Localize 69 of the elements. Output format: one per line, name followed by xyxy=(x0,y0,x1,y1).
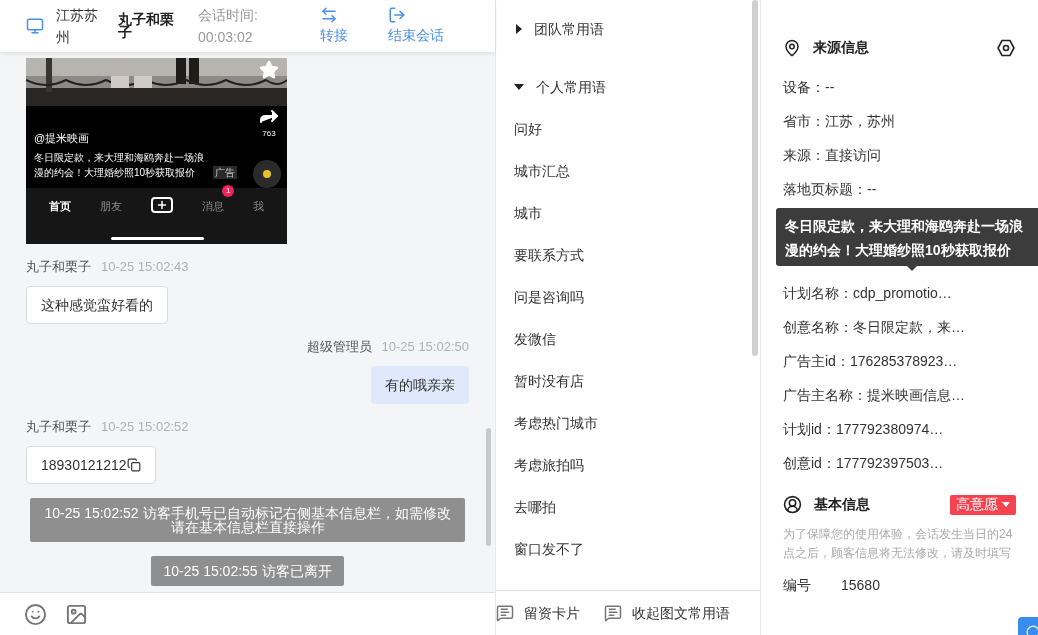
hexagon-settings-icon[interactable] xyxy=(996,37,1016,58)
message-bubble: 这种感觉蛮好看的 xyxy=(26,286,168,324)
user-icon xyxy=(783,495,802,514)
location-pin-icon xyxy=(783,38,801,57)
source-field: 创意名称：冬日限定款，来… xyxy=(783,310,1016,344)
source-field: 设备：-- xyxy=(783,70,1016,104)
account-name: @提米映画 xyxy=(34,131,90,146)
phrase-item[interactable]: 城市 xyxy=(514,202,742,224)
phrase-item[interactable]: 暂时没有店 xyxy=(514,370,742,392)
phrase-item[interactable]: 考虑热门城市 xyxy=(514,412,742,434)
message-time: 10-25 15:02:50 xyxy=(381,338,469,356)
section-title: 基本信息 xyxy=(814,495,870,514)
source-field: 广告主名称：提米映画信息… xyxy=(783,378,1016,412)
message-bubble: 18930121212 xyxy=(26,446,156,484)
app-tab[interactable]: 我 xyxy=(253,200,265,212)
phrase-item[interactable]: 窗口发不了 xyxy=(514,538,742,560)
shared-screenshot[interactable]: @提米映画 冬日限定款，来大理和海鸥奔赴一场浪漫的约会！大理婚纱照10秒获取报价 广告 763 首页 朋友 消息 1 我 xyxy=(26,58,287,244)
footer-action[interactable]: 收起图文常用语 xyxy=(604,602,730,624)
source-field: 计划名称：cdp_promotio… xyxy=(783,276,1016,310)
logout-icon xyxy=(388,6,406,24)
visitor-name: 丸子和栗子 xyxy=(118,13,175,39)
phrase-item[interactable]: 发微信 xyxy=(514,328,742,350)
app-tab[interactable]: 首页 xyxy=(48,200,71,212)
phrase-item[interactable]: 问好 xyxy=(514,118,742,140)
copy-icon[interactable] xyxy=(126,458,141,472)
source-field: 广告主id：176285378923… xyxy=(783,344,1016,378)
system-notice: 10-25 15:02:55 访客已离开 xyxy=(151,556,344,586)
caption: 冬日限定款，来大理和海鸥奔赴一场浪漫的约会！大理婚纱照10秒获取报价 xyxy=(34,151,205,180)
message-bubble: 有的哦亲亲 xyxy=(371,366,469,404)
field-label: 编号 xyxy=(783,576,812,595)
swap-arrows-icon xyxy=(320,6,338,24)
phrase-item[interactable]: 问是咨询吗 xyxy=(514,286,742,308)
phrase-item[interactable]: 考虑旅拍吗 xyxy=(514,454,742,476)
ad-tag: 广告 xyxy=(213,166,237,179)
app-tab[interactable]: 消息 xyxy=(202,200,225,212)
monitor-icon xyxy=(26,17,44,35)
phrase-group-header[interactable]: 个人常用语 xyxy=(514,76,606,98)
phrase-group-header[interactable]: 团队常用语 xyxy=(514,18,604,40)
app-tab[interactable]: 朋友 xyxy=(99,200,122,212)
source-field: 来源：直接访问 xyxy=(783,138,1016,172)
sender-name: 超级管理员 xyxy=(306,338,372,356)
timer-label: 会话时间: xyxy=(198,6,259,25)
phrase-item[interactable]: 城市汇总 xyxy=(514,160,742,182)
sender-name: 丸子和栗子 xyxy=(26,258,91,276)
image-icon[interactable] xyxy=(65,602,88,626)
add-icon[interactable] xyxy=(150,197,173,213)
section-title: 来源信息 xyxy=(813,38,869,57)
source-field: 落地页标题：-- xyxy=(783,172,1016,206)
star-icon xyxy=(259,60,279,80)
session-timer: 00:03:02 xyxy=(198,28,254,47)
field-value: 15680 xyxy=(841,576,880,595)
visitor-location: 江苏苏州 xyxy=(56,6,99,47)
emoji-icon[interactable] xyxy=(24,602,47,626)
message-time: 10-25 15:02:43 xyxy=(101,258,189,276)
phrase-item[interactable]: 要联系方式 xyxy=(514,244,742,266)
footer-action[interactable]: 留资卡片 xyxy=(496,602,580,624)
sender-name: 丸子和栗子 xyxy=(26,418,91,436)
source-field: 创意id：177792397503… xyxy=(783,446,1016,480)
intent-tag[interactable]: 高意愿 xyxy=(950,494,1016,515)
message-icon xyxy=(496,604,514,622)
tooltip: 冬日限定款，来大理和海鸥奔赴一场浪漫的约会！大理婚纱照10秒获取报价 xyxy=(776,208,1038,266)
system-notice: 10-25 15:02:52 访客手机号已自动标记右侧基本信息栏，如需修改请在基本信息栏直接操作 xyxy=(30,498,465,542)
message-time: 10-25 15:02:52 xyxy=(101,418,189,436)
phrase-item[interactable]: 去哪拍 xyxy=(514,496,742,518)
source-field: 计划id：177792380974… xyxy=(783,412,1016,446)
source-field: 省市：江苏，苏州 xyxy=(783,104,1016,138)
message-icon xyxy=(604,604,622,622)
share-count: 763 xyxy=(262,128,276,140)
info-note: 为了保障您的使用体验，会话发生当日的24点之后，顾客信息将无法修改，请及时填写 xyxy=(783,526,1014,562)
